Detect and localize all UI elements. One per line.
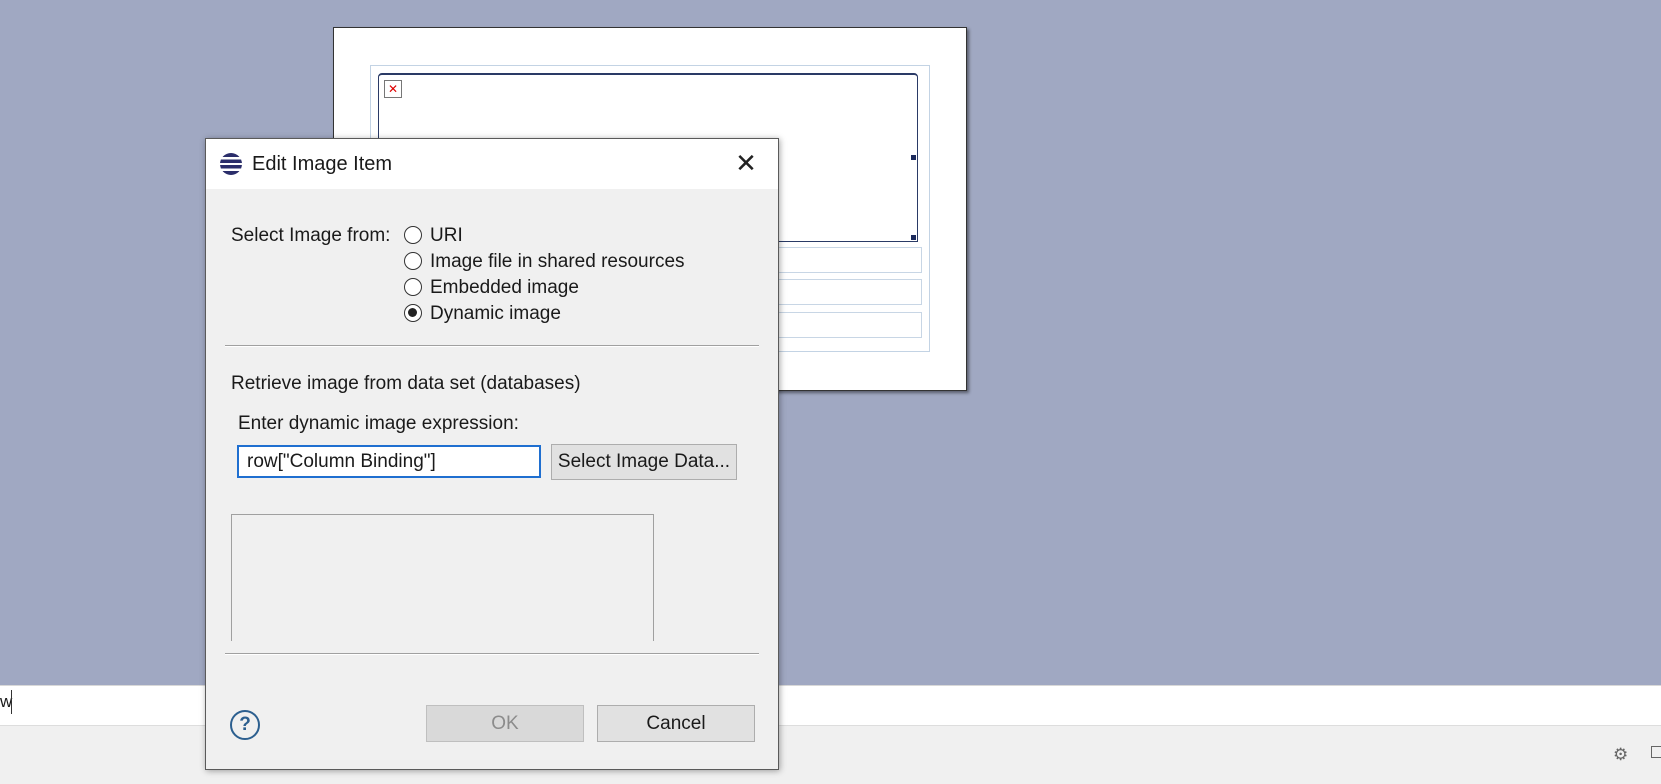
status-settings-icon[interactable]: ⚙ bbox=[1613, 745, 1628, 765]
radio-shared-resources-label[interactable]: Image file in shared resources bbox=[430, 251, 685, 273]
image-preview-area bbox=[231, 514, 654, 641]
cancel-button[interactable]: Cancel bbox=[597, 705, 755, 742]
radio-dynamic-image[interactable] bbox=[404, 304, 422, 322]
radio-embedded-image[interactable] bbox=[404, 278, 422, 296]
select-image-from-label: Select Image from: bbox=[231, 225, 391, 246]
dialog-title: Edit Image Item bbox=[252, 153, 393, 175]
broken-image-icon: ✕ bbox=[384, 80, 402, 98]
select-image-data-button[interactable]: Select Image Data... bbox=[551, 444, 737, 480]
tab-divider bbox=[11, 690, 12, 714]
ok-button[interactable]: OK bbox=[426, 705, 584, 742]
expression-label: Enter dynamic image expression: bbox=[238, 413, 519, 434]
section-label: Retrieve image from data set (databases) bbox=[231, 373, 581, 394]
radio-uri-label[interactable]: URI bbox=[430, 225, 463, 247]
close-icon[interactable]: ✕ bbox=[730, 147, 762, 179]
radio-dynamic-image-label[interactable]: Dynamic image bbox=[430, 303, 561, 325]
separator bbox=[225, 345, 759, 347]
separator bbox=[225, 653, 759, 655]
resize-handle[interactable] bbox=[911, 235, 916, 240]
expression-input[interactable] bbox=[237, 445, 541, 478]
radio-embedded-image-label[interactable]: Embedded image bbox=[430, 277, 579, 299]
help-icon[interactable]: ? bbox=[230, 710, 260, 740]
radio-uri[interactable] bbox=[404, 226, 422, 244]
edit-image-dialog: Edit Image Item ✕ Select Image from: URI… bbox=[205, 138, 779, 770]
eclipse-app-icon bbox=[220, 153, 242, 175]
dialog-titlebar[interactable]: Edit Image Item ✕ bbox=[206, 139, 778, 189]
radio-shared-resources[interactable] bbox=[404, 252, 422, 270]
minimize-icon[interactable] bbox=[1651, 746, 1661, 758]
resize-handle[interactable] bbox=[911, 155, 916, 160]
